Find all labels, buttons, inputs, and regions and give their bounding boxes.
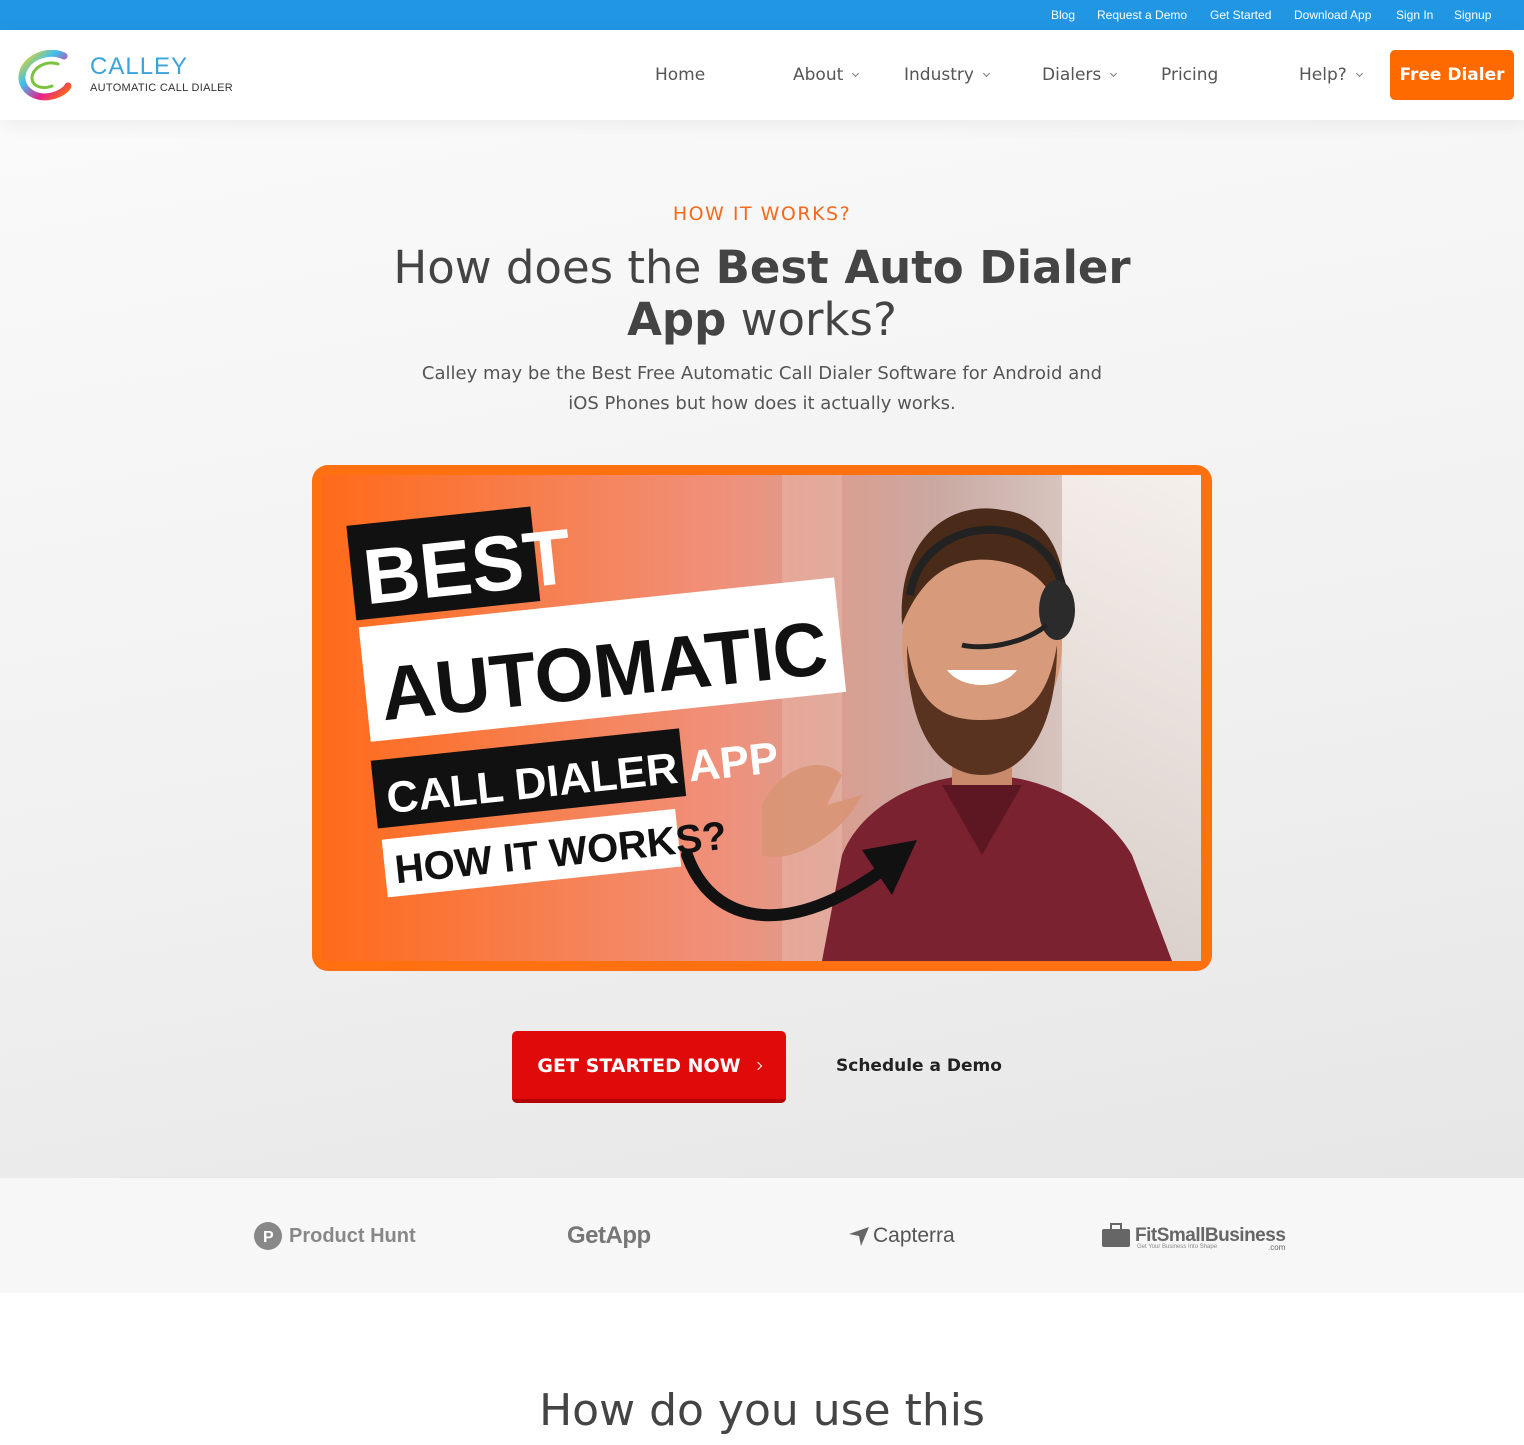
fitsmallbusiness-label: FitSmallBusiness xyxy=(1135,1225,1286,1246)
capterra-logo[interactable]: Capterra xyxy=(848,1220,955,1252)
free-dialer-button[interactable]: Free Dialer xyxy=(1390,50,1514,100)
section-eyebrow: HOW IT WORKS? xyxy=(672,203,852,225)
product-hunt-logo[interactable]: P Product Hunt xyxy=(253,1220,416,1252)
nav-about[interactable]: About xyxy=(793,65,860,85)
hero-headline: How does the Best Auto Dialer App works? xyxy=(362,242,1162,346)
chevron-down-icon xyxy=(852,69,860,78)
nav-pricing-label: Pricing xyxy=(1161,65,1219,85)
headline-suffix: works? xyxy=(726,293,897,346)
section-title: How do you use this xyxy=(539,1385,985,1436)
logo-tagline: AUTOMATIC CALL DIALER xyxy=(90,82,234,94)
capterra-label: Capterra xyxy=(873,1224,955,1247)
how-to-use-section: How do you use this xyxy=(0,1293,1524,1445)
chevron-down-icon xyxy=(982,69,990,78)
nav-home-label: Home xyxy=(655,65,706,85)
nav-dialers[interactable]: Dialers xyxy=(1042,65,1118,85)
nav-help-label: Help? xyxy=(1299,65,1347,85)
thumbnail-artwork: BEST AUTOMATIC CALL DIALER APP HOW IT WO… xyxy=(322,475,1201,961)
nav-industry[interactable]: Industry xyxy=(904,65,990,85)
nav-pricing[interactable]: Pricing xyxy=(1161,65,1218,85)
headline-prefix: How does the xyxy=(393,241,716,294)
chevron-down-icon xyxy=(1355,69,1363,78)
hero-subtext: Calley may be the Best Free Automatic Ca… xyxy=(421,363,1103,414)
fitsmallbusiness-logo[interactable]: FitSmallBusiness Get Your Business Into … xyxy=(1101,1220,1286,1252)
topbar-link-download-app[interactable]: Download App xyxy=(1294,8,1371,22)
topbar-link-signup[interactable]: Signup xyxy=(1454,8,1491,22)
chevron-down-icon xyxy=(1110,69,1118,78)
nav-about-label: About xyxy=(793,65,844,85)
main-header: CALLEY AUTOMATIC CALL DIALER Home About … xyxy=(0,30,1524,120)
topbar-link-get-started[interactable]: Get Started xyxy=(1210,8,1271,22)
video-thumbnail[interactable]: BEST AUTOMATIC CALL DIALER APP HOW IT WO… xyxy=(312,465,1212,971)
calley-swirl-icon xyxy=(18,50,72,101)
get-started-now-button[interactable]: GET STARTED NOW xyxy=(512,1031,786,1103)
top-utility-bar: Blog Request a Demo Get Started Download… xyxy=(0,0,1524,30)
review-logos-strip: P Product Hunt GetApp Capterra FitSmallB… xyxy=(0,1178,1524,1293)
nav-home[interactable]: Home xyxy=(655,65,705,85)
topbar-link-request-demo[interactable]: Request a Demo xyxy=(1097,8,1187,22)
getapp-label: GetApp xyxy=(567,1222,651,1249)
schedule-demo-link[interactable]: Schedule a Demo xyxy=(836,1056,1002,1076)
hero-section: HOW IT WORKS? How does the Best Auto Dia… xyxy=(0,120,1524,1178)
calley-logo[interactable]: CALLEY AUTOMATIC CALL DIALER xyxy=(18,50,238,102)
video-thumbnail-image: BEST AUTOMATIC CALL DIALER APP HOW IT WO… xyxy=(322,475,1201,961)
svg-text:P: P xyxy=(263,1229,274,1246)
nav-help[interactable]: Help? xyxy=(1299,65,1363,85)
get-started-label: GET STARTED NOW xyxy=(537,1055,741,1077)
fitsmallbusiness-domain: .com xyxy=(1268,1243,1286,1252)
getapp-logo[interactable]: GetApp xyxy=(567,1220,651,1252)
nav-industry-label: Industry xyxy=(904,65,974,85)
briefcase-icon xyxy=(1102,1223,1130,1247)
fitsmallbusiness-tagline: Get Your Business Into Shape xyxy=(1137,1244,1218,1250)
logo-name: CALLEY xyxy=(90,53,189,80)
chevron-right-icon xyxy=(753,1061,762,1071)
topbar-link-blog[interactable]: Blog xyxy=(1051,8,1075,22)
topbar-link-sign-in[interactable]: Sign In xyxy=(1396,8,1433,22)
nav-dialers-label: Dialers xyxy=(1042,65,1102,85)
product-hunt-icon: P xyxy=(254,1222,282,1250)
product-hunt-label: Product Hunt xyxy=(289,1224,416,1247)
capterra-icon xyxy=(849,1227,869,1246)
